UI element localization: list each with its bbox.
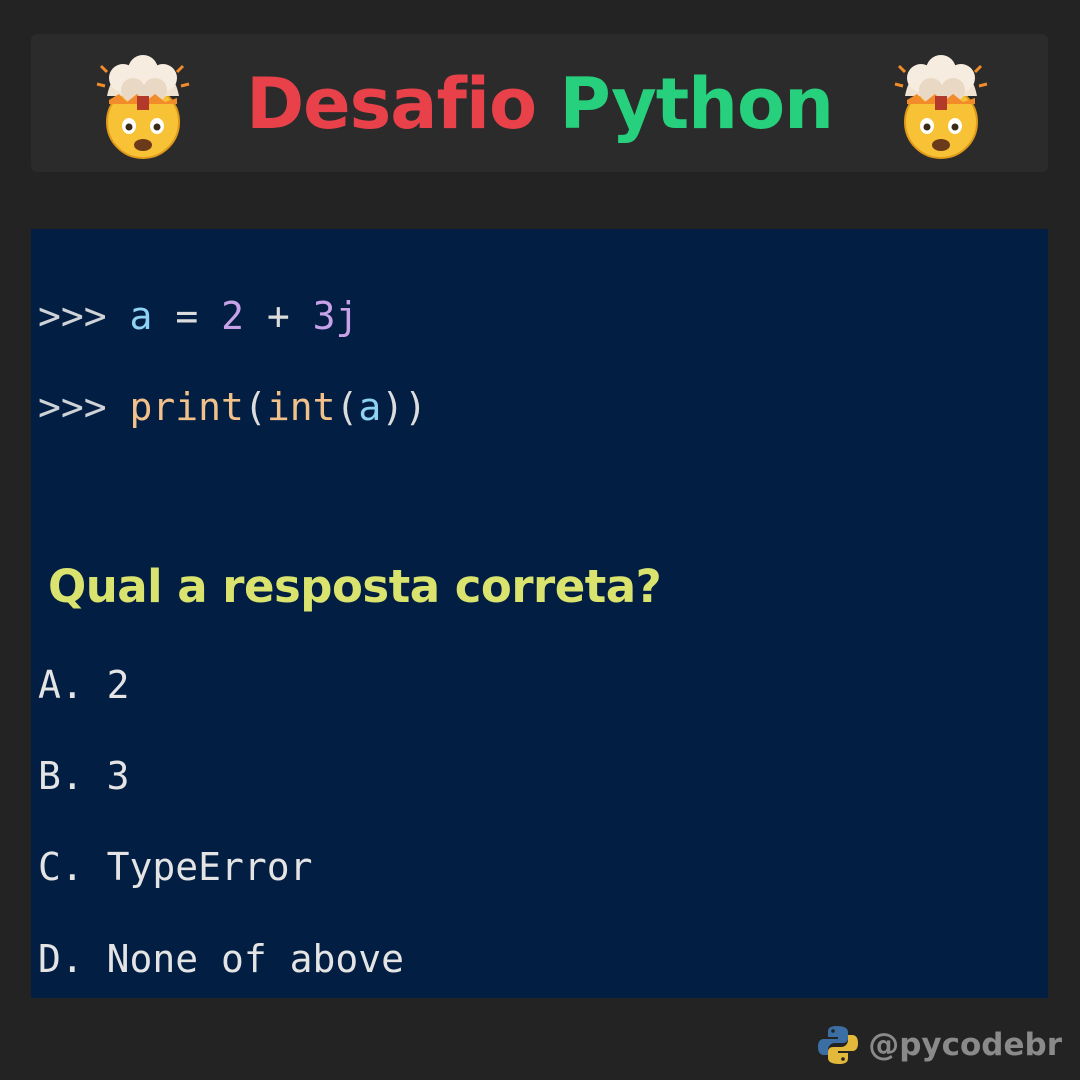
title-word-python: Python xyxy=(559,63,833,145)
header-banner: Desafio Python xyxy=(31,34,1048,172)
code-fn-int: int xyxy=(266,385,336,429)
footer-credit: @pycodebr xyxy=(816,1020,1062,1070)
code-line-2: >>> print(int(a)) xyxy=(38,385,427,429)
code-op-eq: = xyxy=(175,294,199,338)
exploding-head-icon xyxy=(894,55,988,159)
question-text: Qual a resposta correta? xyxy=(48,560,662,613)
answer-option-c[interactable]: C. TypeError xyxy=(38,845,313,889)
code-line-1: >>> a = 2 + 3j xyxy=(38,294,358,338)
code-num: 2 xyxy=(221,294,244,338)
code-fn-print: print xyxy=(129,385,244,429)
answer-option-b[interactable]: B. 3 xyxy=(38,754,130,798)
repl-prompt: >>> xyxy=(38,294,107,338)
answer-option-d[interactable]: D. None of above xyxy=(38,937,404,981)
code-paren: ( xyxy=(335,385,359,429)
python-logo-icon xyxy=(818,1026,859,1064)
code-panel: >>> a = 2 + 3j >>> print(int(a)) Qual a … xyxy=(31,229,1048,998)
code-complex: 3j xyxy=(312,294,359,338)
code-op-plus: + xyxy=(266,294,290,338)
code-var: a xyxy=(129,294,153,338)
code-paren: ( xyxy=(243,385,267,429)
code-arg: a xyxy=(358,385,382,429)
answer-option-a[interactable]: A. 2 xyxy=(38,663,130,707)
title-word-desafio: Desafio xyxy=(246,63,537,145)
repl-prompt: >>> xyxy=(38,385,107,429)
social-handle[interactable]: @pycodebr xyxy=(868,1027,1062,1063)
code-paren: )) xyxy=(381,385,427,429)
